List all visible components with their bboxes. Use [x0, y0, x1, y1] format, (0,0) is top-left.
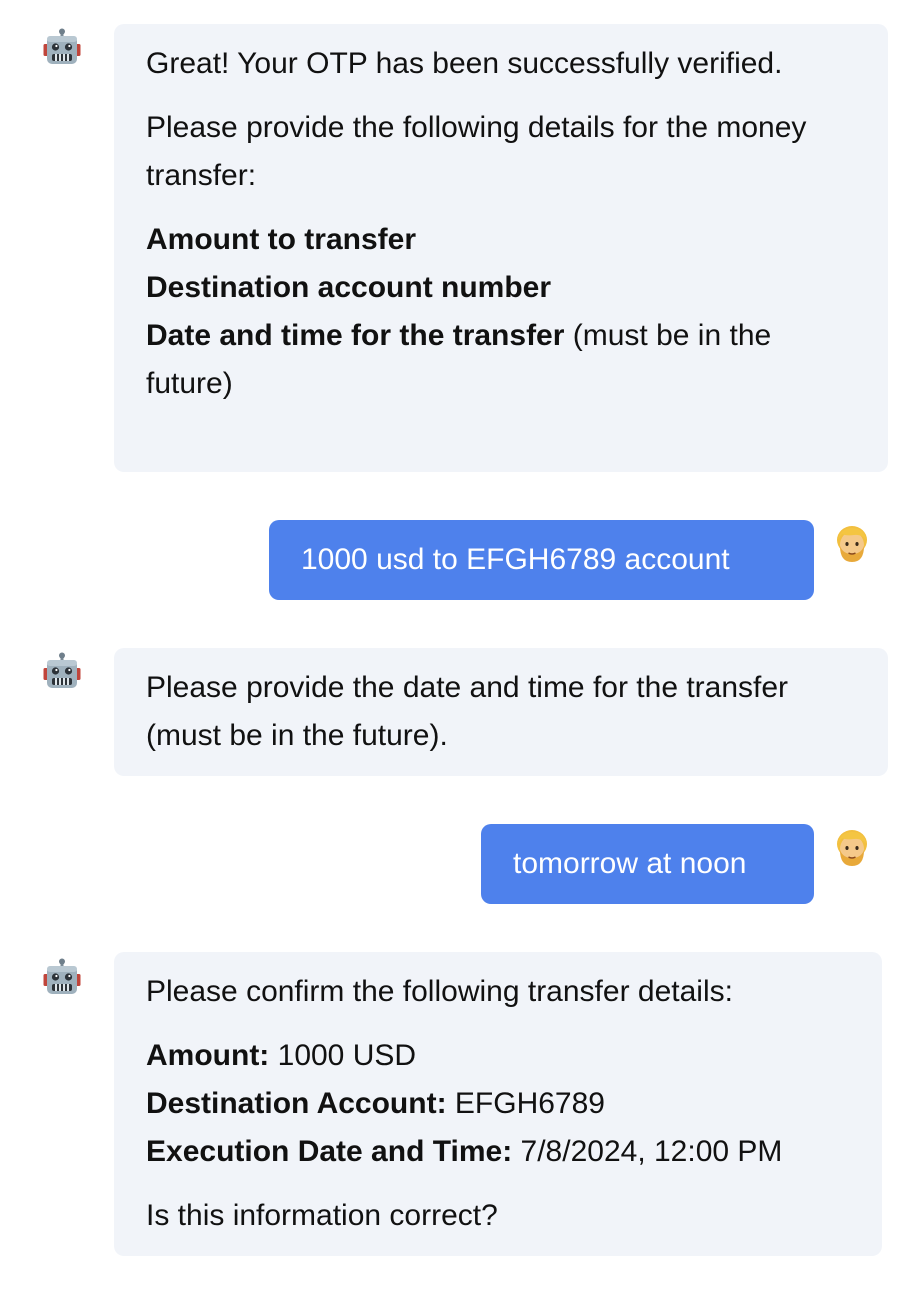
bot-message: Please provide the date and time for the…	[114, 648, 888, 776]
detail-value: 7/8/2024, 12:00 PM	[512, 1135, 783, 1168]
bot-message: Great! Your OTP has been successfully ve…	[114, 24, 888, 472]
confirm-question: Is this information correct?	[146, 1199, 498, 1232]
field-item: Destination account number	[146, 264, 856, 312]
person-blond-hair-icon	[832, 524, 872, 564]
field-item: Date and time for the transfer (must be …	[146, 312, 856, 408]
field-label: Date and time for the transfer	[146, 319, 565, 352]
detail-row: Execution Date and Time: 7/8/2024, 12:00…	[146, 1128, 850, 1176]
field-label: Destination account number	[146, 271, 552, 304]
detail-label: Amount:	[146, 1039, 270, 1072]
detail-value: 1000 USD	[269, 1039, 417, 1072]
field-item: Amount to transfer	[146, 216, 856, 264]
message-text: Please provide the following details for…	[146, 111, 807, 192]
user-message: 1000 usd to EFGH6789 account	[269, 520, 814, 600]
chat-transcript: Great! Your OTP has been successfully ve…	[0, 0, 912, 1298]
bot-message: Please confirm the following transfer de…	[114, 952, 882, 1256]
message-text: Great! Your OTP has been successfully ve…	[146, 47, 783, 80]
detail-row: Amount: 1000 USD	[146, 1032, 850, 1080]
detail-label: Execution Date and Time:	[146, 1135, 513, 1168]
detail-row: Destination Account: EFGH6789	[146, 1080, 850, 1128]
message-text: Please confirm the following transfer de…	[146, 975, 733, 1008]
robot-face-icon	[42, 958, 82, 998]
field-label: Amount to transfer	[146, 223, 416, 256]
detail-label: Destination Account:	[146, 1087, 447, 1120]
detail-value: EFGH6789	[446, 1087, 605, 1120]
person-blond-hair-icon	[832, 828, 872, 868]
robot-face-icon	[42, 28, 82, 68]
robot-face-icon	[42, 652, 82, 692]
message-text: Please provide the date and time for the…	[146, 671, 789, 752]
user-message: tomorrow at noon	[481, 824, 814, 904]
